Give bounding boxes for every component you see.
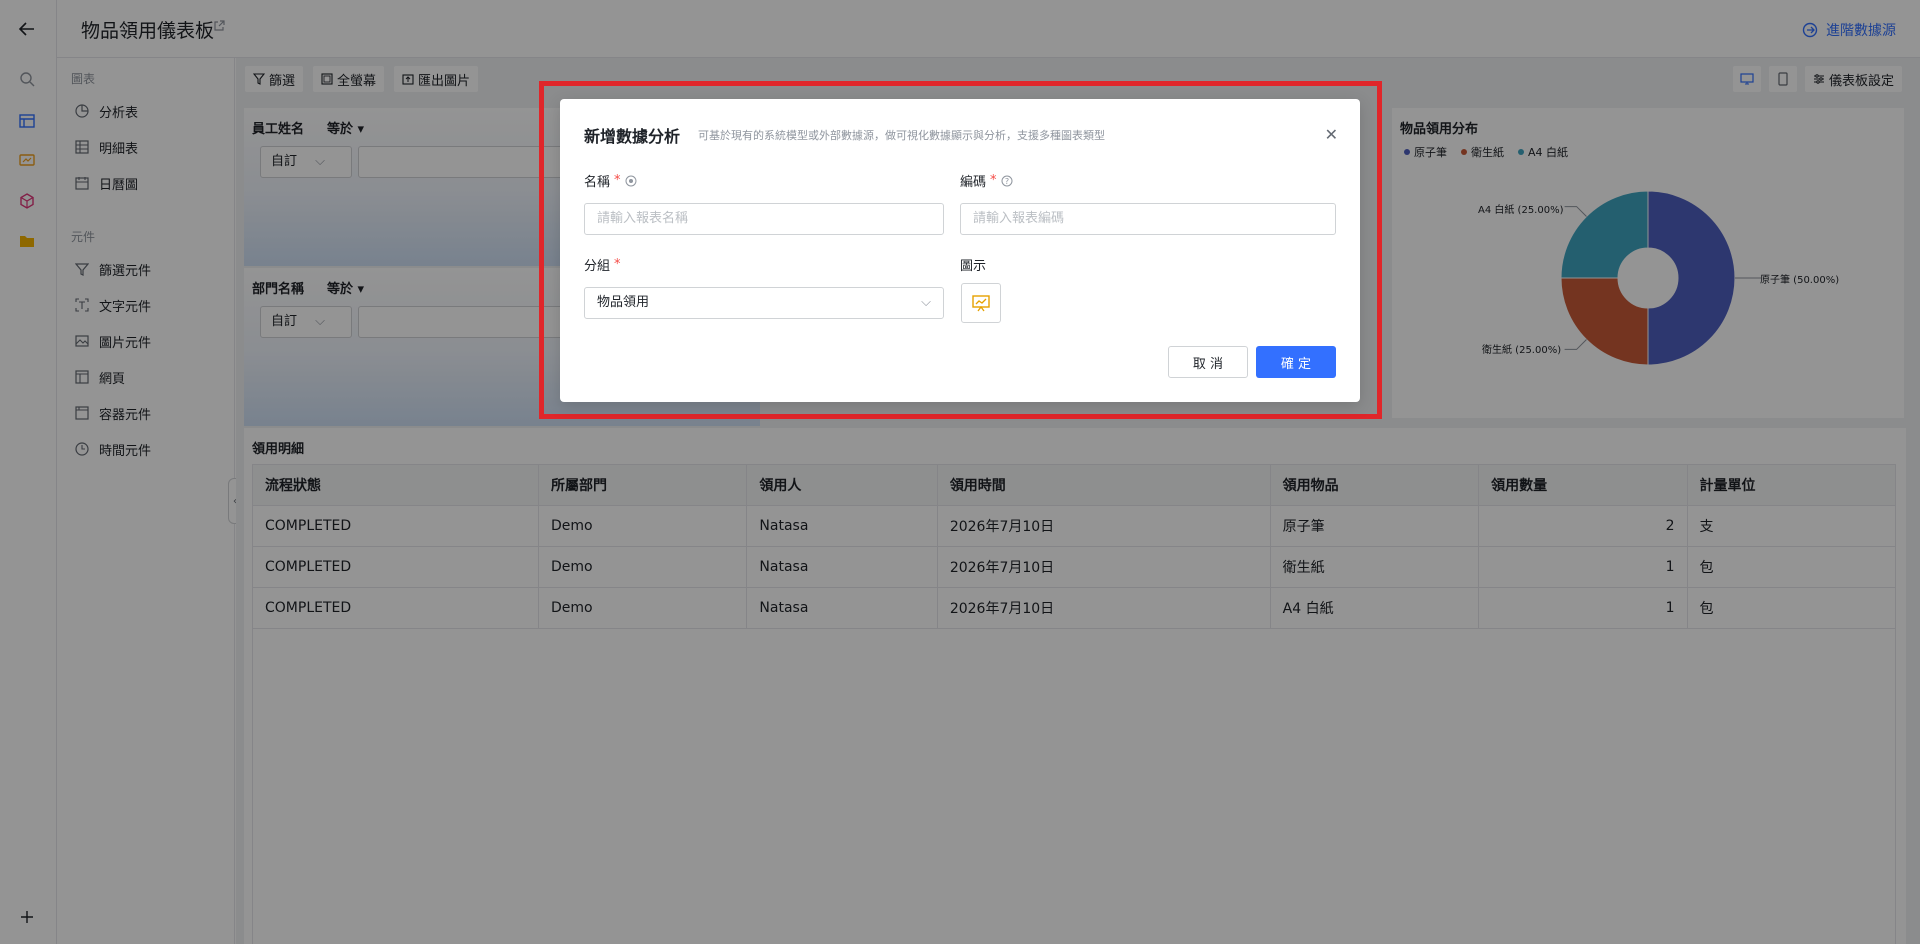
close-icon[interactable]: ✕ [1325,125,1338,144]
dialog-title: 新增數據分析 [584,127,681,146]
name-field-label: 名稱 * [584,171,637,190]
presentation-chart-icon [972,295,990,312]
confirm-button[interactable]: 確 定 [1256,346,1336,378]
report-name-input[interactable]: 請輸入報表名稱 [584,203,944,235]
dialog-subtitle: 可基於現有的系統模型或外部數據源，做可視化數據顯示與分析，支援多種圖表類型 [698,129,1105,142]
group-select[interactable]: 物品領用 ⌵ [584,287,944,319]
info-icon[interactable] [625,175,637,187]
icon-picker[interactable] [961,283,1001,323]
new-analysis-dialog: 新增數據分析 可基於現有的系統模型或外部數據源，做可視化數據顯示與分析，支援多種… [560,99,1360,402]
icon-field-label: 圖示 [960,259,987,274]
cancel-button[interactable]: 取 消 [1168,346,1248,378]
report-code-input[interactable]: 請輸入報表編碼 [960,203,1336,235]
group-field-label: 分組 * [584,257,621,274]
help-icon[interactable]: ? [1001,175,1013,187]
svg-text:?: ? [1004,177,1008,186]
chevron-down-icon: ⌵ [921,295,931,310]
code-field-label: 編碼 * ? [960,171,1013,190]
